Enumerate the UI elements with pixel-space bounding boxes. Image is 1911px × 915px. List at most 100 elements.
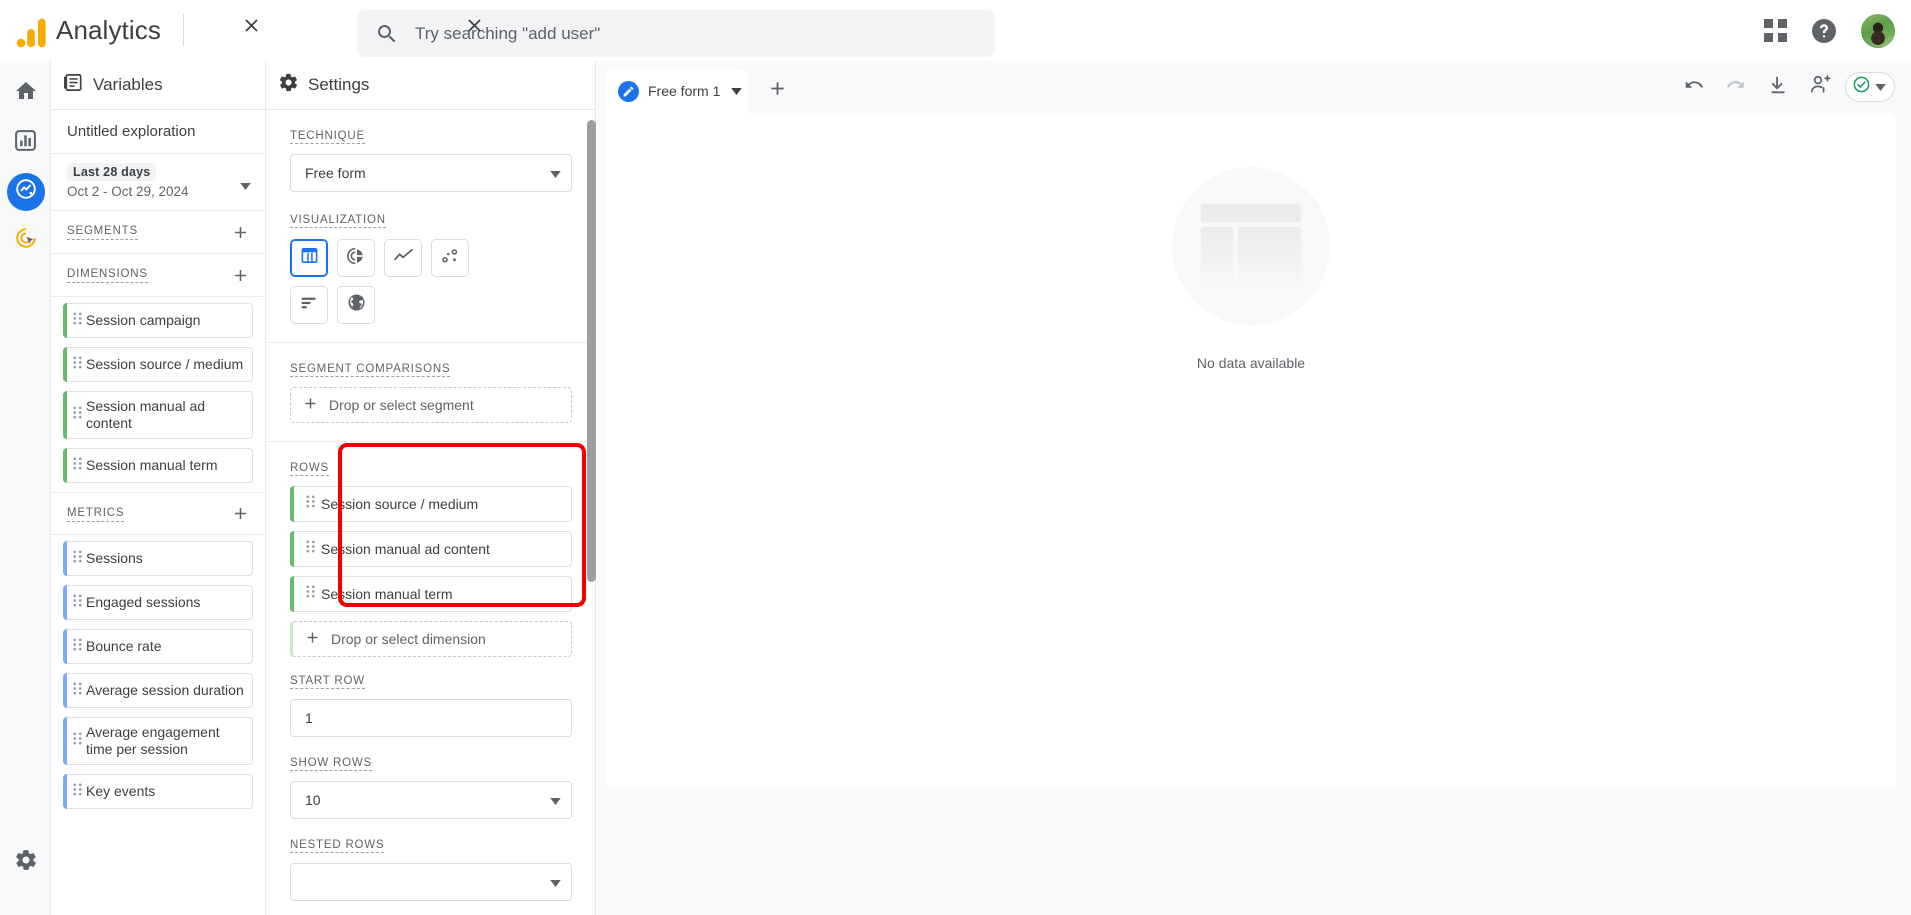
drag-handle-icon[interactable]	[72, 731, 83, 751]
add-dimension-button[interactable]	[227, 262, 253, 288]
rail-item-reports[interactable]	[0, 118, 51, 167]
share-button[interactable]	[1803, 70, 1837, 104]
list-item[interactable]: Session manual ad content	[290, 531, 572, 567]
list-item-label: Session manual term	[86, 457, 218, 473]
drag-handle-icon[interactable]	[72, 593, 83, 613]
start-row-label: START ROW	[290, 675, 365, 689]
drag-handle-icon[interactable]	[72, 456, 83, 476]
drag-handle-icon[interactable]	[72, 355, 83, 375]
settings-panel: Settings TECHNIQUE Free form VISUALIZATI…	[266, 61, 596, 915]
brand-title: Analytics	[56, 14, 161, 45]
canvas-toolbar	[1677, 67, 1895, 107]
segments-label: SEGMENTS	[67, 224, 138, 240]
list-item-label: Session manual ad content	[86, 398, 206, 431]
settings-scrollbar[interactable]	[587, 120, 596, 582]
exploration-name[interactable]: Untitled exploration	[51, 110, 265, 154]
list-item[interactable]: Session manual ad content	[63, 391, 253, 439]
technique-value: Free form	[305, 165, 366, 181]
rows-label: ROWS	[290, 462, 329, 476]
apps-grid-icon[interactable]	[1764, 19, 1787, 42]
rail-item-admin[interactable]	[0, 838, 51, 887]
list-item[interactable]: Key events	[63, 774, 253, 809]
list-item-label: Session source / medium	[86, 356, 244, 372]
search-bar[interactable]	[357, 10, 995, 57]
segments-section-header: SEGMENTS	[51, 211, 265, 254]
viz-option-bar[interactable]	[290, 286, 328, 324]
segment-drop-label: Drop or select segment	[329, 397, 474, 413]
left-nav-rail	[0, 61, 51, 915]
add-metric-button[interactable]	[227, 501, 253, 527]
rail-item-explore[interactable]	[0, 167, 51, 216]
technique-select[interactable]: Free form	[290, 154, 572, 192]
segment-drop-zone[interactable]: Drop or select segment	[290, 387, 572, 423]
list-item[interactable]: Session manual term	[63, 448, 253, 483]
list-item-label: Average engagement time per session	[86, 724, 220, 757]
list-item-label: Sessions	[86, 550, 143, 566]
list-item[interactable]: Session source / medium	[290, 486, 572, 522]
viz-option-scatter[interactable]	[431, 239, 469, 277]
list-item[interactable]: Average engagement time per session	[63, 717, 253, 765]
header-divider	[182, 14, 184, 46]
drag-handle-icon[interactable]	[72, 549, 83, 569]
list-item[interactable]: Engaged sessions	[63, 585, 253, 620]
redo-button[interactable]	[1719, 70, 1753, 104]
show-rows-select[interactable]: 10	[290, 781, 572, 819]
list-item[interactable]: Sessions	[63, 541, 253, 576]
visualization-options	[290, 239, 480, 324]
drag-handle-icon[interactable]	[72, 681, 83, 701]
viz-option-line[interactable]	[384, 239, 422, 277]
variables-panel-icon	[63, 72, 84, 98]
drag-handle-icon[interactable]	[72, 637, 83, 657]
visualization-label: VISUALIZATION	[290, 214, 386, 228]
close-variables-panel-button[interactable]	[238, 12, 264, 38]
tab-free-form-1[interactable]: Free form 1	[606, 69, 748, 113]
exploration-canvas: Free form 1 No data available	[597, 61, 1911, 915]
search-input[interactable]	[415, 23, 935, 44]
drag-handle-icon[interactable]	[305, 539, 316, 559]
viz-option-geo[interactable]	[337, 286, 375, 324]
dimension-drop-zone[interactable]: Drop or select dimension	[290, 621, 572, 657]
variables-panel: Variables Untitled exploration Last 28 d…	[51, 61, 266, 915]
list-item[interactable]: Average session duration	[63, 673, 253, 708]
nested-rows-group: NESTED ROWS	[266, 819, 595, 901]
download-button[interactable]	[1761, 70, 1795, 104]
dimensions-label: DIMENSIONS	[67, 267, 148, 283]
undo-button[interactable]	[1677, 70, 1711, 104]
rows-group: ROWS Session source / medium Session man…	[266, 442, 595, 657]
date-range-selector[interactable]: Last 28 days Oct 2 - Oct 29, 2024	[51, 154, 265, 211]
start-row-input[interactable]: 1	[290, 699, 572, 737]
share-person-icon	[1809, 73, 1832, 101]
list-item[interactable]: Bounce rate	[63, 629, 253, 664]
close-settings-panel-button[interactable]	[461, 12, 487, 38]
drag-handle-icon[interactable]	[72, 311, 83, 331]
redo-icon	[1725, 74, 1747, 101]
list-item-label: Key events	[86, 783, 156, 799]
chevron-down-icon[interactable]	[731, 82, 742, 100]
list-item[interactable]: Session campaign	[63, 303, 253, 338]
nested-rows-select[interactable]	[290, 863, 572, 901]
list-item-label: Engaged sessions	[86, 594, 201, 610]
help-circle-icon[interactable]	[1809, 16, 1839, 46]
explore-selected-indicator	[6, 172, 45, 211]
status-badge[interactable]	[1845, 72, 1895, 102]
donut-chart-icon	[346, 246, 366, 271]
viz-option-table[interactable]	[290, 239, 328, 277]
rail-item-advertising[interactable]	[0, 216, 51, 265]
drag-handle-icon[interactable]	[305, 494, 316, 514]
user-avatar[interactable]	[1861, 13, 1895, 48]
explore-icon	[15, 178, 37, 205]
viz-option-donut[interactable]	[337, 239, 375, 277]
drag-handle-icon[interactable]	[72, 405, 83, 425]
date-range-text: Oct 2 - Oct 29, 2024	[67, 184, 189, 199]
drag-handle-icon[interactable]	[72, 782, 83, 802]
list-item[interactable]: Session source / medium	[63, 347, 253, 382]
drag-handle-icon[interactable]	[305, 584, 316, 604]
dimensions-list: Session campaign Session source / medium…	[51, 297, 265, 483]
list-item-label: Session manual ad content	[321, 540, 490, 557]
scatter-plot-icon	[440, 246, 460, 271]
add-segment-button[interactable]	[227, 219, 253, 245]
list-item[interactable]: Session manual term	[290, 576, 572, 612]
download-icon	[1767, 74, 1789, 101]
add-tab-button[interactable]	[756, 69, 798, 113]
rail-item-home[interactable]	[0, 69, 51, 118]
